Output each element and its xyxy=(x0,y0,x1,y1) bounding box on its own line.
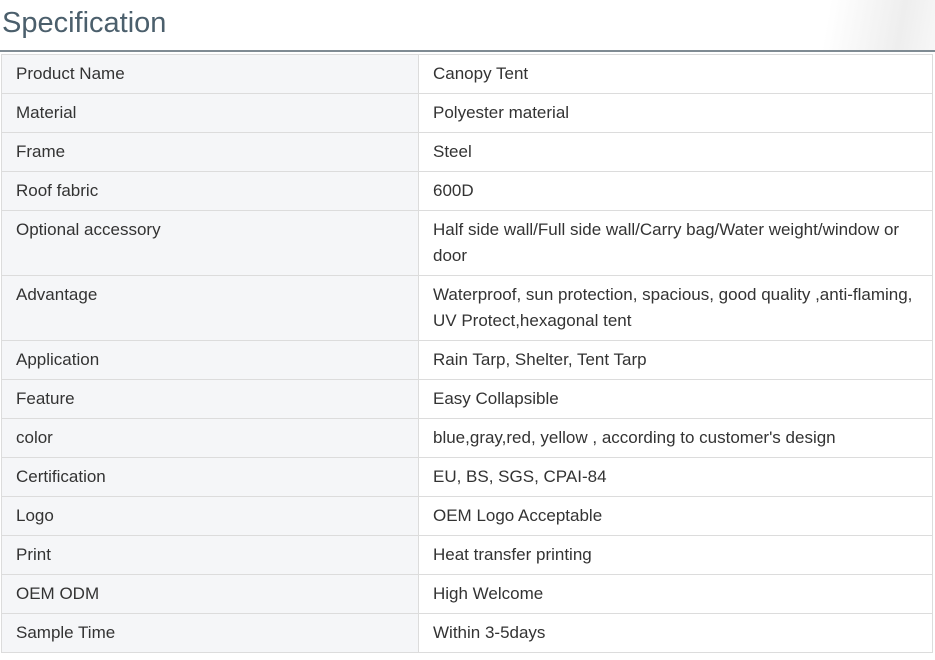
spec-label-cell: Application xyxy=(1,340,419,380)
spec-value-cell: Half side wall/Full side wall/Carry bag/… xyxy=(418,210,933,276)
spec-label-cell: Print xyxy=(1,535,419,575)
spec-label-cell: Material xyxy=(1,93,419,133)
spec-label-cell: Logo xyxy=(1,496,419,536)
spec-label-cell: Feature xyxy=(1,379,419,419)
spec-value-cell: 600D xyxy=(418,171,933,211)
spec-value-cell: Polyester material xyxy=(418,93,933,133)
spec-value-cell: blue,gray,red, yellow , according to cus… xyxy=(418,418,933,458)
spec-value-cell: Heat transfer printing xyxy=(418,535,933,575)
spec-label-cell: Optional accessory xyxy=(1,210,419,276)
spec-table: Product Name Canopy Tent Material Polyes… xyxy=(1,54,933,653)
table-row: Product Name Canopy Tent xyxy=(1,54,933,94)
spec-value-cell: Easy Collapsible xyxy=(418,379,933,419)
table-row: Optional accessory Half side wall/Full s… xyxy=(1,210,933,276)
spec-label-cell: Certification xyxy=(1,457,419,497)
table-row: color blue,gray,red, yellow , according … xyxy=(1,418,933,458)
page-title: Specification xyxy=(2,7,167,39)
table-row: Frame Steel xyxy=(1,132,933,172)
spec-value-cell: Waterproof, sun protection, spacious, go… xyxy=(418,275,933,341)
table-row: Feature Easy Collapsible xyxy=(1,379,933,419)
table-row: OEM ODM High Welcome xyxy=(1,574,933,614)
spec-value-cell: Steel xyxy=(418,132,933,172)
table-row: Material Polyester material xyxy=(1,93,933,133)
spec-label-cell: Roof fabric xyxy=(1,171,419,211)
spec-value-cell: EU, BS, SGS, CPAI-84 xyxy=(418,457,933,497)
spec-value-cell: Rain Tarp, Shelter, Tent Tarp xyxy=(418,340,933,380)
spec-value-cell: Within 3-5days xyxy=(418,613,933,653)
table-row: Roof fabric 600D xyxy=(1,171,933,211)
spec-label-cell: OEM ODM xyxy=(1,574,419,614)
spec-label-cell: Product Name xyxy=(1,54,419,94)
table-row: Certification EU, BS, SGS, CPAI-84 xyxy=(1,457,933,497)
table-row: Sample Time Within 3-5days xyxy=(1,613,933,653)
spec-label-cell: color xyxy=(1,418,419,458)
spec-label-cell: Sample Time xyxy=(1,613,419,653)
spec-label-cell: Frame xyxy=(1,132,419,172)
spec-value-cell: OEM Logo Acceptable xyxy=(418,496,933,536)
spec-label-cell: Advantage xyxy=(1,275,419,341)
spec-header: Specification xyxy=(0,0,935,52)
spec-table-body: Product Name Canopy Tent Material Polyes… xyxy=(1,54,933,653)
spec-value-cell: High Welcome xyxy=(418,574,933,614)
table-row: Print Heat transfer printing xyxy=(1,535,933,575)
table-row: Advantage Waterproof, sun protection, sp… xyxy=(1,275,933,341)
table-row: Application Rain Tarp, Shelter, Tent Tar… xyxy=(1,340,933,380)
table-row: Logo OEM Logo Acceptable xyxy=(1,496,933,536)
spec-value-cell: Canopy Tent xyxy=(418,54,933,94)
